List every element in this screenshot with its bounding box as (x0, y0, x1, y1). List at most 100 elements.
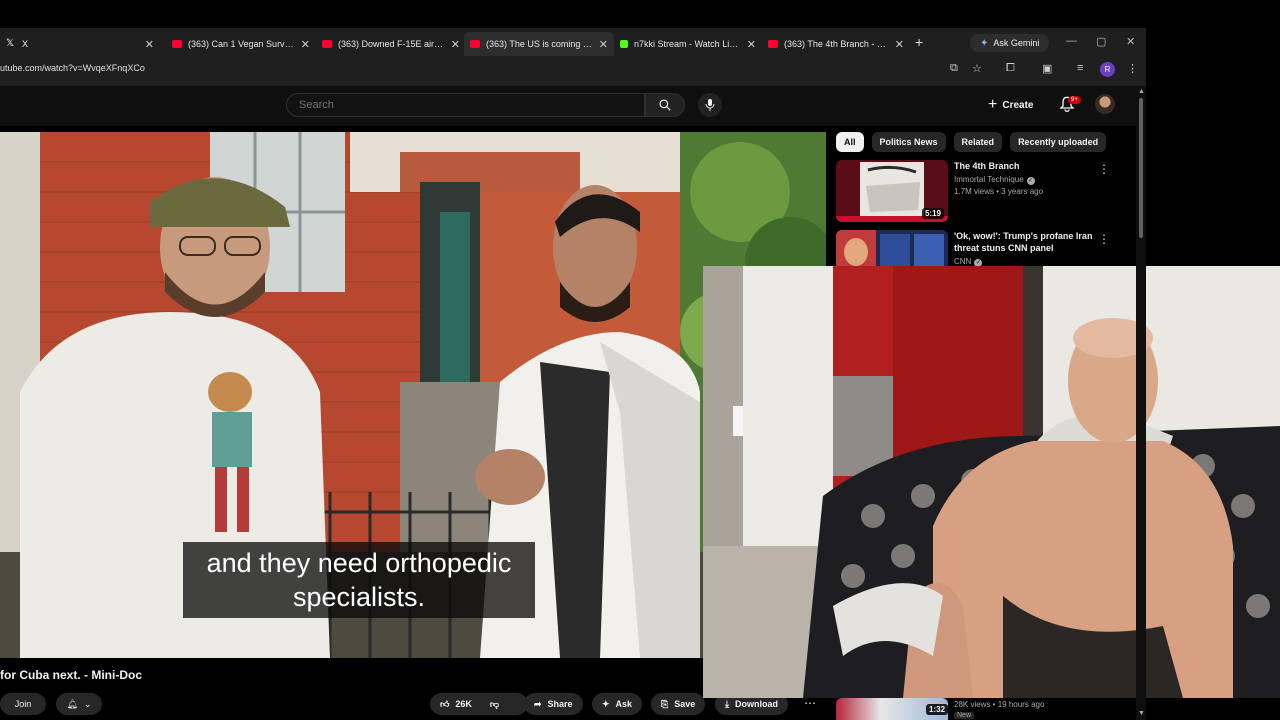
channel-name[interactable]: Immortal Technique ✓ (954, 175, 1104, 185)
recommendation-item[interactable]: 5:19 The 4th Branch Immortal Technique ✓ … (836, 160, 1136, 224)
channel-name-text: Immortal Technique (954, 175, 1024, 184)
more-options-icon[interactable]: ⋮ (1098, 232, 1110, 246)
like-count[interactable]: 26K (455, 699, 472, 709)
gemini-spark-icon: ✦ (980, 37, 989, 49)
share-label: Share (547, 699, 573, 709)
bookmark-icon: ⎘ (661, 698, 669, 709)
subscription-bell-button[interactable]: 🔔︎ ⌄ (56, 693, 102, 715)
share-button[interactable]: ➦ Share (524, 693, 583, 715)
extensions-icon[interactable]: ⧠ (1006, 62, 1015, 75)
tab-downed-f15e[interactable]: (363) Downed F-15E airman... ✕ (316, 32, 466, 56)
video-thumbnail[interactable]: 5:19 (836, 160, 948, 222)
youtube-logo-icon (470, 40, 480, 48)
close-icon[interactable]: ✕ (301, 38, 310, 51)
tab-4th-branch[interactable]: (363) The 4th Branch - YouTu... ✕ (762, 32, 910, 56)
kick-logo-icon (620, 40, 628, 48)
close-icon[interactable]: ✕ (451, 38, 460, 51)
video-duration: 5:19 (921, 208, 944, 219)
search-button[interactable] (645, 93, 685, 117)
chip-all[interactable]: All (836, 132, 864, 152)
notification-badge: 9+ (1068, 96, 1081, 104)
webcam-overlay (703, 266, 1280, 698)
browser-profile-avatar[interactable]: R (1100, 62, 1115, 77)
video-duration: 1:32 (926, 704, 949, 715)
tab-label: (363) Can 1 Vegan Survive 2... (188, 39, 295, 49)
tab-label: n7kki Stream - Watch Live o... (634, 39, 741, 49)
search-input[interactable] (287, 94, 644, 116)
chip-politics-news[interactable]: Politics News (871, 132, 946, 152)
video-meta: 28K views • 19 hours ago (954, 700, 1045, 709)
tab-label: (363) The 4th Branch - YouTu... (784, 39, 889, 49)
share-icon: ➦ (534, 698, 542, 709)
sparkle-icon: ✦ (602, 698, 610, 709)
more-actions-icon[interactable]: ⋯ (804, 696, 816, 710)
video-info: The 4th Branch Immortal Technique ✓ 1.7M … (954, 160, 1104, 196)
screen: 𝕏 X ✕ (363) Can 1 Vegan Survive 2... ✕ (… (0, 0, 1280, 720)
tab-bar: 𝕏 X ✕ (363) Can 1 Vegan Survive 2... ✕ (… (0, 28, 1146, 56)
address-bar[interactable]: utube.com/watch?v=WvqeXFnqXCo ⧉ ☆ ⧠ ▣ ≡ … (0, 58, 1146, 82)
scroll-down-arrow-icon[interactable]: ▼ (1138, 710, 1145, 717)
kebab-menu-icon[interactable]: ⋮ (1127, 62, 1138, 75)
close-icon[interactable]: ✕ (895, 38, 904, 51)
ask-gemini-label: Ask Gemini (993, 38, 1040, 48)
maximize-icon[interactable]: ▢ (1096, 35, 1106, 48)
create-label: Create (1002, 99, 1034, 111)
youtube-logo-icon (322, 40, 332, 48)
split-view-icon[interactable]: ▣ (1042, 62, 1052, 75)
url-text[interactable]: utube.com/watch?v=WvqeXFnqXCo (0, 63, 145, 73)
download-icon: ⤓ (725, 698, 729, 709)
search-box[interactable] (286, 93, 645, 117)
scroll-up-arrow-icon[interactable]: ▲ (1138, 88, 1145, 95)
video-caption: and they need orthopedic specialists. (183, 542, 535, 618)
create-button[interactable]: + Create (988, 94, 1033, 116)
dislike-icon[interactable]: 👎︎ (490, 699, 499, 710)
youtube-header: + Create (0, 86, 1146, 126)
tab-label: X (22, 39, 29, 49)
bookmark-star-icon[interactable]: ☆ (972, 62, 982, 75)
close-icon[interactable]: ✕ (747, 38, 756, 51)
youtube-logo-icon (768, 40, 778, 48)
media-controls-icon[interactable]: ≡ (1077, 62, 1083, 74)
video-title[interactable]: The 4th Branch (954, 160, 1104, 172)
tab-kick-stream[interactable]: n7kki Stream - Watch Live o... ✕ (614, 32, 762, 56)
more-options-icon[interactable]: ⋮ (1098, 162, 1110, 176)
plus-icon: + (988, 96, 998, 113)
voice-search-button[interactable] (698, 93, 722, 117)
cast-icon[interactable]: ⧉ (950, 62, 958, 75)
scrollbar-thumb[interactable] (1139, 98, 1143, 238)
account-avatar[interactable] (1095, 94, 1115, 114)
channel-name-text: CNN (954, 257, 972, 266)
webcam-image (703, 266, 1280, 698)
ask-label: Ask (615, 699, 633, 709)
page-scrollbar[interactable]: ▲ ▼ (1136, 88, 1146, 720)
chip-recently-uploaded[interactable]: Recently uploaded (1010, 132, 1107, 152)
browser-chrome: 𝕏 X ✕ (363) Can 1 Vegan Survive 2... ✕ (… (0, 28, 1146, 86)
new-badge: New (954, 712, 975, 719)
tab-x[interactable]: 𝕏 X ✕ (0, 32, 160, 56)
join-button[interactable]: Join (0, 693, 46, 715)
tab-us-coming-for-cuba[interactable]: (363) The US is coming for C... ✕ (464, 32, 614, 56)
new-tab-icon[interactable]: + (915, 34, 923, 50)
youtube-logo-icon (172, 40, 182, 48)
download-label: Download (734, 699, 778, 709)
chevron-down-icon: ⌄ (83, 698, 92, 709)
ask-button[interactable]: ✦ Ask (592, 693, 643, 715)
video-title[interactable]: 'Ok, wow!': Trump's profane Iran threat … (954, 230, 1104, 254)
save-button[interactable]: ⎘ Save (651, 693, 706, 715)
tab-label: (363) The US is coming for C... (486, 39, 593, 49)
tab-vegan-survive[interactable]: (363) Can 1 Vegan Survive 2... ✕ (166, 32, 316, 56)
video-info: 'Ok, wow!': Trump's profane Iran threat … (954, 230, 1104, 267)
minimize-icon[interactable]: — (1066, 35, 1077, 47)
recommendation-item[interactable]: 1:32 28K views • 19 hours ago New (836, 698, 1136, 720)
top-black-band (0, 0, 1280, 28)
like-icon[interactable]: 👍︎ (440, 699, 449, 710)
caption-line-2: specialists. (292, 582, 426, 612)
like-dislike-group: 👍︎ 26K 👎︎ (430, 693, 528, 715)
close-icon[interactable]: ✕ (145, 38, 154, 51)
chip-related[interactable]: Related (953, 132, 1003, 152)
window-close-icon[interactable]: ✕ (1126, 35, 1135, 48)
filter-chips: All Politics News Related Recently uploa… (836, 132, 1107, 152)
close-icon[interactable]: ✕ (599, 38, 608, 51)
save-label: Save (674, 699, 696, 709)
ask-gemini-button[interactable]: ✦ Ask Gemini (970, 34, 1050, 52)
